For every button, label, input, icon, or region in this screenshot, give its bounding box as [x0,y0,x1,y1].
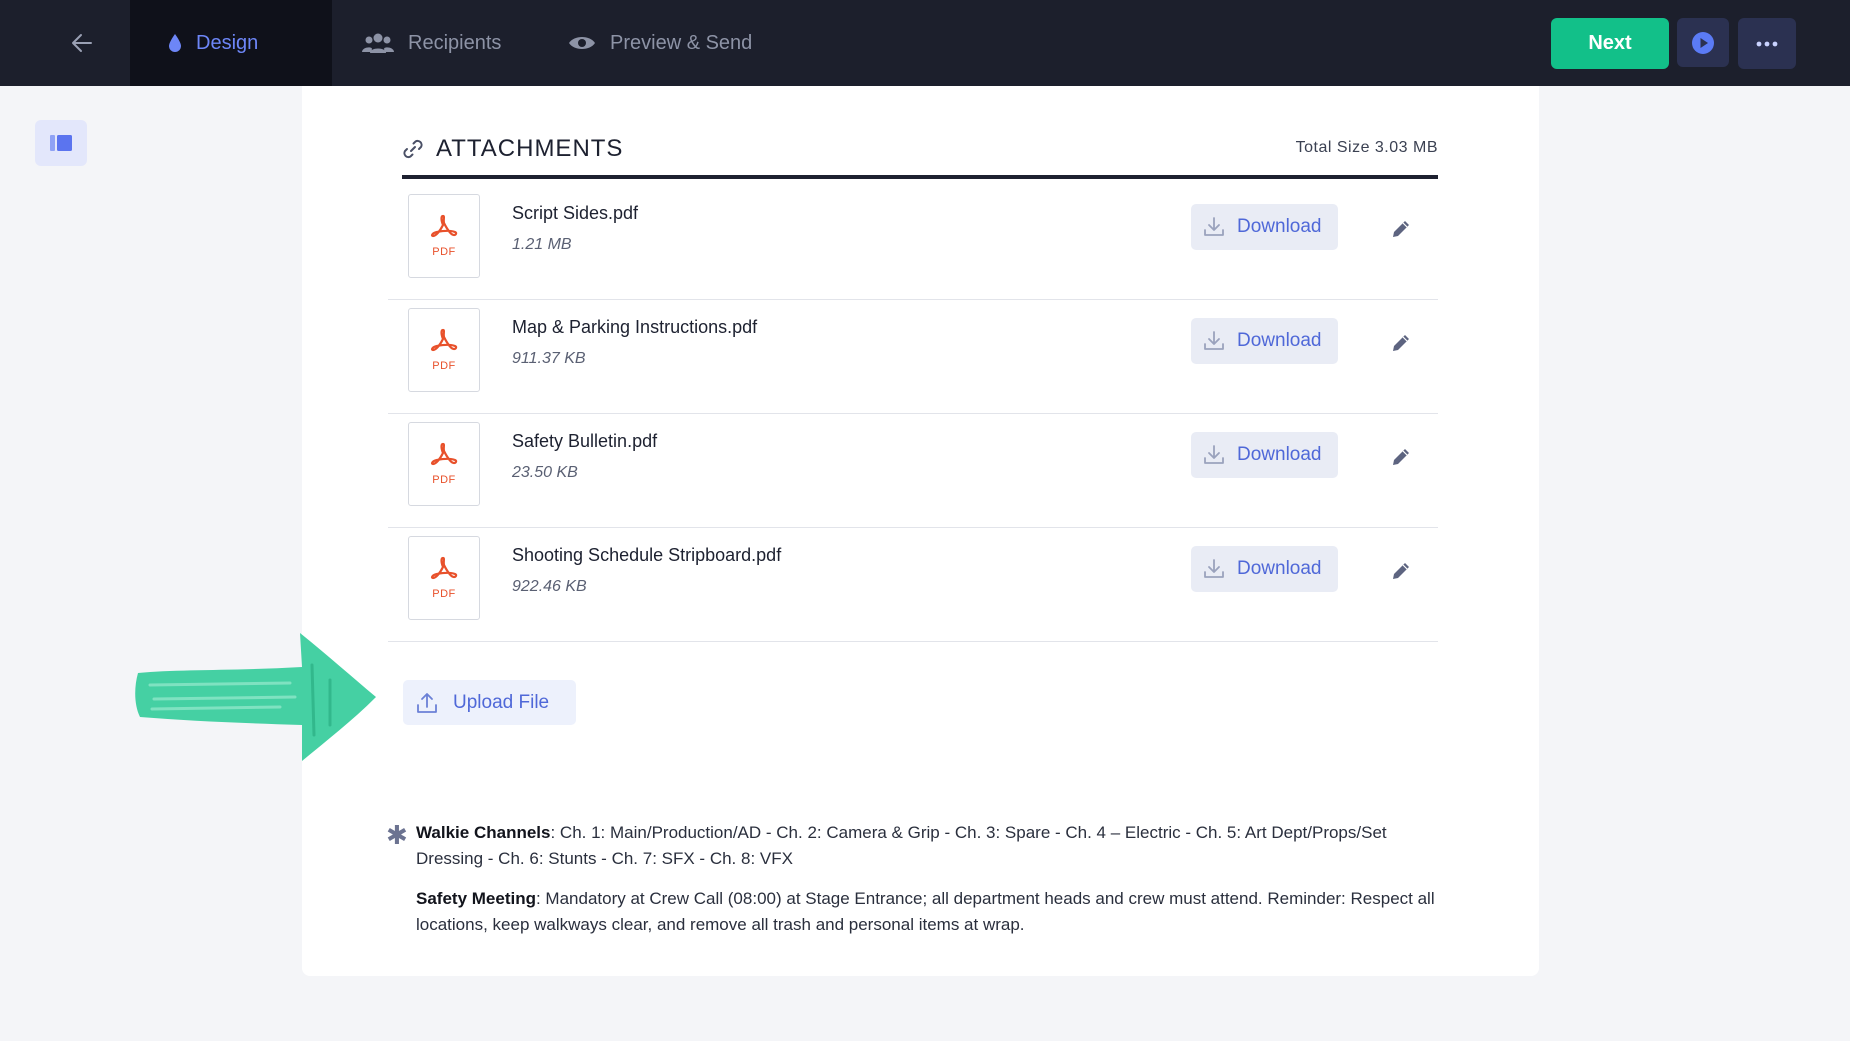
pdf-label: PDF [432,246,456,258]
pencil-icon [1393,449,1409,465]
notes-section: ✱ Walkie Channels: Ch. 1: Main/Productio… [386,820,1448,952]
download-icon [1203,444,1225,466]
pdf-file-icon: PDF [408,194,480,278]
download-label: Download [1237,444,1322,465]
pdf-label: PDF [432,588,456,600]
note-label: Walkie Channels [416,823,551,842]
hand-drawn-arrow-icon [135,633,376,761]
pdf-label: PDF [432,474,456,486]
arrow-left-icon [72,34,92,52]
note-walkie-channels: ✱ Walkie Channels: Ch. 1: Main/Productio… [386,820,1448,872]
content-card: ATTACHMENTS Total Size 3.03 MB PDF Scrip… [302,86,1539,976]
attachment-row: PDF Script Sides.pdf 1.21 MB Download [388,186,1438,300]
edit-button[interactable] [1386,556,1416,586]
edit-button[interactable] [1386,214,1416,244]
attachments-header: ATTACHMENTS Total Size 3.03 MB [402,131,1438,167]
link-icon [403,139,423,159]
pdf-label: PDF [432,360,456,372]
download-button[interactable]: Download [1191,204,1338,250]
attachment-row: PDF Map & Parking Instructions.pdf 911.3… [388,300,1438,414]
people-icon [362,32,394,54]
attachments-title: ATTACHMENTS [436,135,624,162]
download-button[interactable]: Download [1191,546,1338,592]
file-size: 911.37 KB [512,350,586,367]
edit-button[interactable] [1386,328,1416,358]
download-button[interactable]: Download [1191,318,1338,364]
pencil-icon [1393,335,1409,351]
drop-icon [168,33,182,53]
download-icon [1203,330,1225,352]
download-label: Download [1237,216,1322,237]
pencil-icon [1393,221,1409,237]
pdf-file-icon: PDF [408,308,480,392]
attachment-row: PDF Shooting Schedule Stripboard.pdf 922… [388,528,1438,642]
play-icon [1692,31,1714,54]
acrobat-icon [430,442,458,466]
more-options-button[interactable] [1738,18,1796,69]
acrobat-icon [430,328,458,352]
upload-icon [415,691,439,715]
attachment-row: PDF Safety Bulletin.pdf 23.50 KB Downloa… [388,414,1438,528]
next-button[interactable]: Next [1551,18,1669,69]
pencil-icon [1393,563,1409,579]
tab-recipients[interactable]: Recipients [362,0,501,86]
pdf-file-icon: PDF [408,422,480,506]
tab-label: Preview & Send [610,31,753,54]
edit-button[interactable] [1386,442,1416,472]
tab-preview-send[interactable]: Preview & Send [568,0,752,86]
download-icon [1203,216,1225,238]
download-label: Download [1237,330,1322,351]
acrobat-icon [430,556,458,580]
download-button[interactable]: Download [1191,432,1338,478]
play-preview-button[interactable] [1677,18,1729,67]
upload-file-button[interactable]: Upload File [403,680,576,725]
back-button[interactable] [62,24,102,62]
file-name: Map & Parking Instructions.pdf [512,317,758,337]
tab-design[interactable]: Design [130,0,332,86]
tab-label: Recipients [408,31,502,54]
upload-label: Upload File [453,691,550,713]
note-label: Safety Meeting [416,889,536,908]
sidebar-toggle-button[interactable] [35,120,87,166]
download-icon [1203,558,1225,580]
divider [402,175,1438,179]
total-size: Total Size 3.03 MB [1295,139,1438,156]
note-safety-meeting: Safety Meeting: Mandatory at Crew Call (… [388,886,1448,938]
file-size: 922.46 KB [512,578,587,595]
file-name: Safety Bulletin.pdf [512,431,658,451]
ellipsis-icon [1756,41,1778,46]
top-bar: Design Recipients Preview & Send Next [0,0,1850,86]
acrobat-icon [430,214,458,238]
sidebar-panel-icon [50,135,72,151]
tab-label: Design [196,31,259,54]
file-size: 23.50 KB [512,464,578,481]
asterisk-icon: ✱ [386,820,408,850]
eye-icon [568,34,596,52]
file-size: 1.21 MB [512,236,572,253]
pdf-file-icon: PDF [408,536,480,620]
note-text: : Mandatory at Crew Call (08:00) at Stag… [416,889,1435,934]
note-text: : Ch. 1: Main/Production/AD - Ch. 2: Cam… [416,823,1387,868]
file-name: Shooting Schedule Stripboard.pdf [512,545,782,565]
file-name: Script Sides.pdf [512,203,639,223]
download-label: Download [1237,558,1322,579]
